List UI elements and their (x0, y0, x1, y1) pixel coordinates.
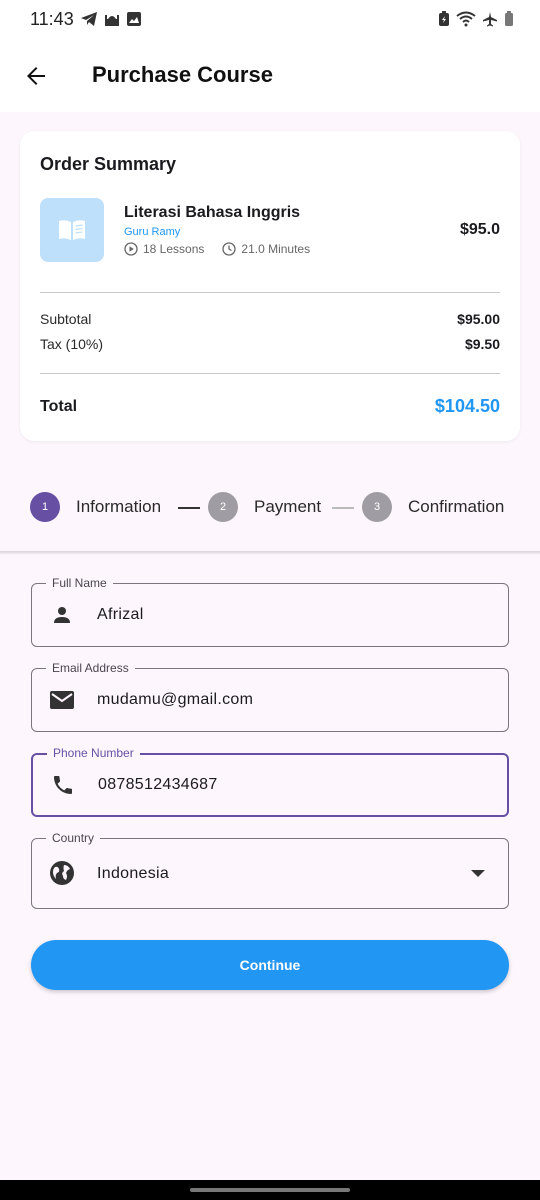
mosque-icon (105, 15, 119, 26)
subtotal-label: Subtotal (40, 311, 92, 327)
continue-label: Continue (239, 957, 301, 973)
wifi-icon (456, 11, 476, 27)
divider (40, 373, 500, 374)
full-name-input[interactable]: Afrizal (97, 606, 144, 624)
course-teacher: Guru Ramy (124, 226, 181, 238)
step-1-indicator[interactable]: 1 (30, 492, 60, 522)
image-icon (127, 12, 141, 26)
step-2-number: 2 (219, 501, 227, 513)
tax-value: $9.50 (464, 336, 500, 352)
email-field[interactable]: Email Address mudamu@gmail.com (31, 661, 509, 732)
step-3-number: 3 (373, 501, 381, 513)
lessons-count: 18 Lessons (143, 242, 205, 256)
dropdown-arrow-icon[interactable] (470, 866, 486, 882)
full-name-field[interactable]: Full Name Afrizal (31, 576, 509, 647)
country-dropdown[interactable]: Country Indonesia (31, 831, 509, 909)
course-meta: 18 Lessons 21.0 Minutes (124, 242, 324, 256)
system-navigation-bar (0, 1180, 540, 1200)
step-connector (178, 507, 200, 509)
page-title: Purchase Course (92, 62, 273, 87)
battery-icon (505, 11, 513, 26)
step-3-label[interactable]: Confirmation (408, 497, 504, 517)
order-summary-title: Order Summary (40, 154, 177, 174)
phone-input[interactable]: 0878512434687 (98, 776, 218, 794)
status-notification-icons (80, 11, 142, 27)
divider (40, 292, 500, 293)
battery-saver-icon (439, 11, 449, 26)
order-summary-card: Order Summary Literasi Bahasa Inggris Gu… (20, 131, 520, 441)
duration-meta: 21.0 Minutes (222, 242, 310, 256)
tax-label: Tax (10%) (40, 336, 104, 352)
checkout-stepper: 1 Information 2 Payment 3 Confirmation (0, 478, 540, 538)
course-thumbnail (40, 198, 104, 262)
course-price: $95.0 (459, 221, 500, 238)
lessons-meta: 18 Lessons (124, 242, 204, 256)
book-icon (59, 220, 85, 240)
play-circle-icon (124, 242, 138, 256)
country-value: Indonesia (97, 865, 170, 882)
duration-value: 21.0 Minutes (241, 242, 311, 256)
phone-icon (49, 771, 77, 799)
step-connector (332, 507, 354, 509)
step-1-label[interactable]: Information (76, 497, 161, 517)
total-label: Total (40, 398, 78, 415)
step-2-label[interactable]: Payment (254, 497, 321, 517)
status-bar: 11:43 (0, 0, 540, 40)
clock-icon (222, 242, 237, 256)
step-2-indicator[interactable]: 2 (208, 492, 238, 522)
status-system-icons (438, 11, 514, 27)
person-icon (48, 601, 76, 629)
subtotal-value: $95.00 (457, 311, 500, 327)
stepper-shadow (0, 551, 540, 555)
airplane-mode-icon (483, 12, 497, 27)
globe-icon (48, 859, 76, 887)
country-label: Country (46, 831, 101, 845)
total-value: $104.50 (434, 396, 500, 416)
status-time: 11:43 (30, 9, 74, 29)
home-gesture-handle[interactable] (190, 1188, 350, 1192)
mail-icon (48, 686, 76, 714)
full-name-label: Full Name (46, 576, 113, 590)
phone-label: Phone Number (47, 746, 140, 760)
app-bar: Purchase Course (0, 40, 540, 112)
back-button[interactable] (16, 56, 56, 96)
telegram-icon (81, 12, 97, 26)
phone-field[interactable]: Phone Number 0878512434687 (31, 746, 509, 817)
course-name: Literasi Bahasa Inggris (124, 204, 301, 221)
email-input[interactable]: mudamu@gmail.com (97, 691, 253, 709)
continue-button[interactable]: Continue (31, 940, 509, 990)
email-label: Email Address (46, 661, 135, 675)
arrow-back-icon (27, 67, 45, 85)
step-3-indicator[interactable]: 3 (362, 492, 392, 522)
step-1-number: 1 (41, 501, 49, 513)
